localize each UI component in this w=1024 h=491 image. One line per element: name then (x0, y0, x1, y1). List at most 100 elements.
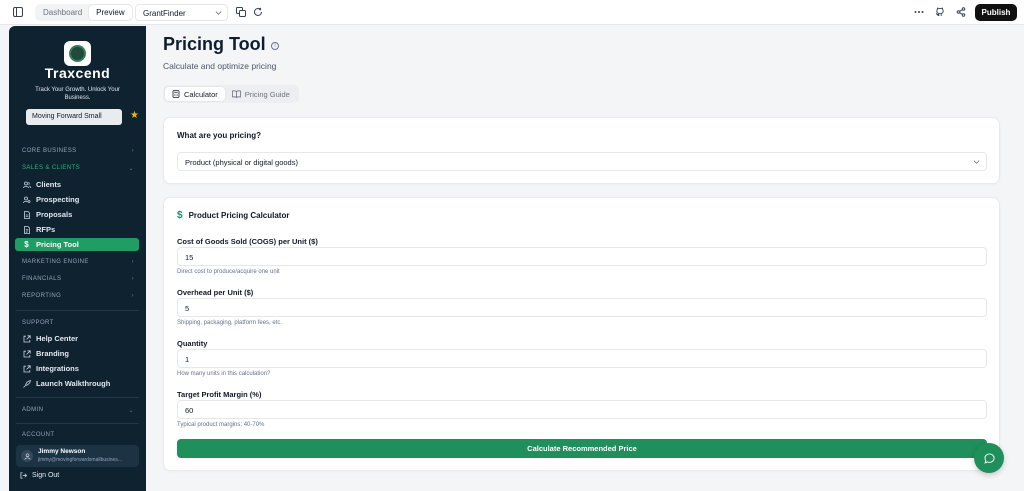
quantity-label: Quantity (177, 339, 208, 348)
nav-section-label: SALES & CLIENTS (22, 165, 81, 171)
main-tabs: Calculator Pricing Guide (163, 85, 299, 103)
sidebar-item-help-center[interactable]: Help Center (22, 332, 139, 345)
sidebar-divider (16, 423, 139, 424)
pricing-type-value: Product (physical or digital goods) (185, 158, 298, 167)
margin-label: Target Profit Margin (%) (177, 390, 262, 399)
pricing-type-card: What are you pricing? Product (physical … (163, 117, 1000, 184)
sidebar-item-rfps[interactable]: RFPs (22, 223, 139, 236)
sidebar-item-label: Pricing Tool (36, 240, 79, 249)
nav-section-admin[interactable]: ADMIN ⌄ (22, 407, 134, 414)
user-card[interactable]: Jimmy Newson jimmy@movingforwardsmallbus… (16, 445, 139, 467)
users-icon (22, 180, 31, 189)
sidebar-item-label: Clients (36, 180, 62, 189)
brand-name: Traxcend (44, 65, 111, 81)
margin-hint: Typical product margins: 40-70% (177, 422, 265, 428)
cogs-label: Cost of Goods Sold (COGS) per Unit ($) (177, 237, 318, 246)
github-icon[interactable] (934, 6, 946, 18)
sign-out-icon (20, 472, 27, 479)
sidebar-item-pricing-tool[interactable]: $ Pricing Tool (15, 238, 139, 251)
chevron-right-icon: › (131, 293, 134, 299)
pricing-type-label: What are you pricing? (177, 131, 262, 140)
margin-input[interactable]: 60 (177, 400, 987, 419)
sidebar-item-prospecting[interactable]: Prospecting (22, 193, 139, 206)
cogs-input[interactable]: 15 (177, 247, 987, 266)
rocket-icon (22, 379, 31, 388)
sidebar-item-label: Integrations (36, 364, 79, 373)
tab-dashboard[interactable]: Dashboard (36, 5, 89, 20)
nav-section-label: SUPPORT (22, 320, 54, 326)
calculator-icon (172, 90, 180, 98)
calculator-title: Product Pricing Calculator (188, 211, 290, 220)
copy-icon[interactable] (235, 6, 247, 18)
refresh-icon[interactable] (252, 6, 264, 18)
chevron-down-icon: ⌄ (128, 166, 134, 172)
tab-label: Pricing Guide (244, 89, 290, 99)
info-icon[interactable]: i (271, 42, 279, 50)
chevron-down-icon (973, 158, 980, 167)
nav-section-label: FINANCIALS (22, 276, 62, 282)
sidebar-item-branding[interactable]: Branding (22, 347, 139, 360)
calculator-header: $ Product Pricing Calculator (177, 210, 289, 221)
tab-calculator[interactable]: Calculator (165, 87, 225, 101)
user-name: Jimmy Newson (38, 448, 86, 455)
nav-section-reporting[interactable]: REPORTING › (22, 293, 134, 299)
nav-section-label: CORE BUSINESS (22, 148, 77, 154)
overhead-label: Overhead per Unit ($) (177, 288, 254, 297)
star-icon[interactable]: ★ (130, 111, 139, 121)
sidebar-divider (16, 310, 139, 311)
chevron-down-icon: ⌄ (128, 408, 134, 414)
nav-section-support: SUPPORT (22, 320, 134, 326)
sidebar-item-label: Help Center (36, 334, 79, 343)
sidebar-item-label: Branding (36, 349, 69, 358)
nav-section-label: ACCOUNT (22, 432, 55, 438)
nav-section-sales-clients[interactable]: SALES & CLIENTS ⌄ (22, 165, 134, 172)
chat-button[interactable] (974, 443, 1004, 473)
view-tabs: Dashboard Preview (35, 4, 133, 21)
page-title: Pricing Tool (163, 34, 266, 54)
nav-section-marketing-engine[interactable]: MARKETING ENGINE › (22, 259, 134, 265)
sidebar-toggle-icon[interactable] (12, 6, 24, 18)
sign-out-label: Sign Out (32, 472, 60, 479)
overhead-hint: Shipping, packaging, platform fees, etc. (177, 320, 283, 326)
nav-section-core-business[interactable]: CORE BUSINESS › (22, 148, 134, 154)
book-icon (231, 90, 241, 98)
brand-tagline: Track Your Growth. Unlock Your Business. (35, 87, 120, 101)
nav-section-label: REPORTING (22, 293, 62, 299)
sidebar-item-label: Launch Walkthrough (36, 379, 111, 388)
external-link-icon (22, 349, 31, 358)
sidebar-divider (16, 397, 139, 398)
quantity-input[interactable]: 1 (177, 349, 987, 368)
sidebar-item-label: Proposals (36, 210, 73, 219)
chevron-right-icon: › (131, 276, 134, 282)
nav-section-label: MARKETING ENGINE (22, 259, 89, 265)
file-text-icon (22, 225, 31, 234)
chevron-right-icon: › (131, 259, 134, 265)
sidebar-item-integrations[interactable]: Integrations (22, 362, 139, 375)
sidebar: Traxcend Track Your Growth. Unlock Your … (9, 26, 146, 491)
business-select[interactable]: Moving Forward Small (26, 109, 122, 125)
chevron-down-icon (215, 9, 222, 18)
sidebar-item-launch-walkthrough[interactable]: Launch Walkthrough (22, 377, 139, 390)
top-bar: Dashboard Preview GrantFinder Publish (0, 0, 1024, 25)
calculate-price-button[interactable]: Calculate Recommended Price (177, 439, 987, 458)
tab-pricing-guide[interactable]: Pricing Guide (225, 87, 297, 101)
share-icon[interactable] (955, 6, 967, 18)
pricing-type-select[interactable]: Product (physical or digital goods) (177, 152, 987, 171)
tab-preview[interactable]: Preview (89, 5, 132, 20)
more-icon[interactable] (913, 6, 925, 18)
external-link-icon (22, 334, 31, 343)
user-email: jimmy@movingforwardsmallbusines... (38, 457, 122, 463)
chat-icon (983, 452, 995, 464)
product-pricing-calculator-card: $ Product Pricing Calculator Cost of Goo… (163, 197, 1000, 471)
sidebar-item-clients[interactable]: Clients (22, 178, 139, 191)
project-select[interactable]: GrantFinder (135, 4, 228, 21)
sign-out-button[interactable]: Sign Out (20, 472, 59, 479)
chevron-right-icon: › (131, 148, 134, 154)
logo (64, 41, 91, 66)
sidebar-item-proposals[interactable]: Proposals (22, 208, 139, 221)
nav-section-financials[interactable]: FINANCIALS › (22, 276, 134, 282)
publish-button[interactable]: Publish (975, 4, 1017, 21)
overhead-input[interactable]: 5 (177, 298, 987, 317)
page-subtitle: Calculate and optimize pricing (163, 61, 277, 71)
user-search-icon (22, 195, 31, 204)
